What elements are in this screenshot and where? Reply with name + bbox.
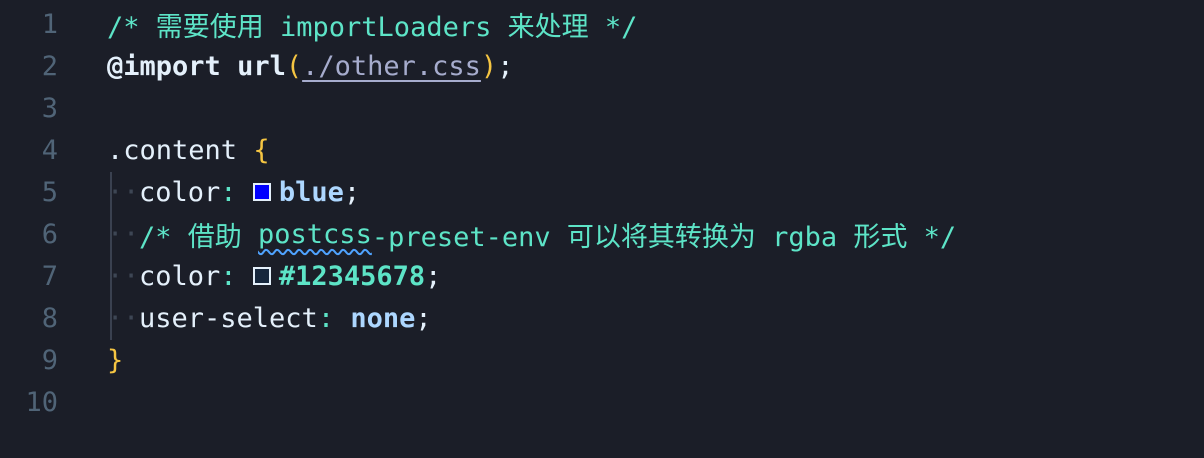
code-line-8[interactable]: 8 · · user-select: none; [0, 297, 1204, 339]
css-selector: .content [107, 134, 238, 166]
line-number: 8 [41, 302, 58, 334]
colon: : [220, 176, 237, 208]
line-number: 9 [41, 344, 58, 376]
semicolon: ; [497, 50, 514, 82]
line-number: 7 [41, 260, 58, 292]
import-url-link[interactable]: ./other.css [302, 51, 481, 82]
line-number: 2 [41, 50, 58, 82]
color-swatch[interactable] [252, 183, 271, 201]
close-brace: } [107, 344, 124, 376]
url-function: url [237, 50, 286, 82]
spell-check-squiggle[interactable]: postcss [258, 219, 372, 250]
at-rule-keyword: @import [107, 50, 221, 82]
code-editor[interactable]: 1 /* 需要使用 importLoaders 来处理 */ 2 @import… [0, 0, 1204, 458]
code-line-9[interactable]: 9 } [0, 339, 1204, 381]
whitespace-dot: · [123, 218, 140, 250]
code-line-7[interactable]: 7 · · color: #12345678; [0, 255, 1204, 297]
css-property: color [139, 260, 221, 292]
css-value: #12345678 [278, 260, 426, 292]
whitespace-dot: · [107, 176, 124, 208]
whitespace-dot: · [123, 260, 140, 292]
code-line-3[interactable]: 3 [0, 87, 1204, 129]
whitespace-dot: · [107, 302, 124, 334]
open-brace: { [253, 134, 270, 166]
line-number: 1 [41, 8, 58, 40]
comment-text: /* 需要使用 importLoaders 来处理 */ [107, 11, 638, 43]
comment-text: -preset-env 可以将其转换为 rgba 形式 */ [371, 221, 957, 253]
whitespace-dot: · [107, 218, 124, 250]
whitespace-dot: · [107, 260, 124, 292]
code-line-6[interactable]: 6 · ·/* 借助 postcss -preset-env 可以将其转换为 rgb… [0, 213, 1204, 255]
line-number: 6 [41, 218, 58, 250]
semicolon: ; [343, 176, 361, 208]
open-paren: ( [285, 50, 303, 82]
code-line-5[interactable]: 5 · · color: blue; [0, 171, 1204, 213]
css-property: color [139, 176, 221, 208]
css-property: user-select [139, 302, 318, 334]
code-line-4[interactable]: 4 .content { [0, 129, 1204, 171]
line-number: 3 [41, 92, 58, 124]
code-line-10[interactable]: 10 [0, 381, 1204, 423]
code-line-1[interactable]: 1 /* 需要使用 importLoaders 来处理 */ [0, 3, 1204, 45]
color-swatch[interactable] [252, 267, 271, 285]
line-number: 5 [41, 176, 58, 208]
css-value: none [350, 302, 416, 334]
code-line-2[interactable]: 2 @import url(./other.css); [0, 45, 1204, 87]
colon: : [220, 260, 237, 292]
whitespace-dot: · [123, 302, 140, 334]
css-value: blue [278, 176, 344, 208]
semicolon: ; [415, 302, 432, 334]
comment-text: /* 借助 [139, 221, 259, 253]
line-number: 10 [25, 386, 58, 418]
whitespace-dot: · [123, 176, 140, 208]
close-paren: ) [480, 50, 498, 82]
colon: : [317, 302, 335, 334]
line-number: 4 [41, 134, 58, 166]
semicolon: ; [425, 260, 442, 292]
